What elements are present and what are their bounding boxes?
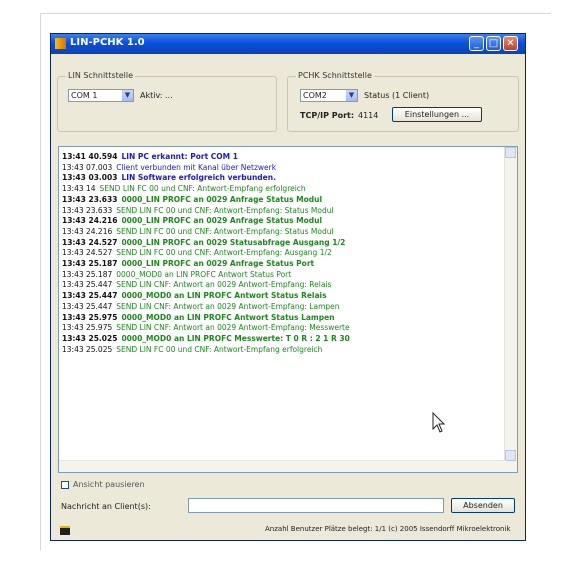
log-line: 13:43 25.975 SEND LIN CNF: Antwort an 002… (62, 323, 350, 332)
pause-checkbox[interactable] (61, 481, 69, 489)
log-line: 13:43 03.003 LIN Software erfolgreich ver… (62, 173, 276, 182)
log-message: SEND LIN FC 00 und CNF: Antwort-Empfang … (99, 184, 306, 194)
log-line: 13:43 25.447 0000_MOD0 an LIN PROFC Antwo… (62, 291, 327, 300)
log-line: 13:43 25.975 0000_MOD0 an LIN PROFC Antwo… (62, 313, 335, 322)
lin-port-select[interactable]: COM 1 ▼ (68, 89, 134, 102)
log-timestamp: 13:43 24.527 (62, 248, 113, 258)
log-line: 13:43 24.527 SEND LIN FC 00 und CNF: Antw… (62, 248, 332, 257)
chevron-down-icon[interactable]: ▼ (122, 90, 133, 101)
log-message: 0000_LIN PROFC an 0029 Anfrage Status Mo… (121, 216, 323, 226)
scroll-down-icon[interactable] (505, 450, 516, 461)
log-line: 13:43 25.187 0000_MOD0 an LIN PROFC Antwo… (62, 270, 291, 279)
maximize-button[interactable]: □ (486, 36, 501, 51)
log-message: SEND LIN CNF: Antwort an 0029 Antwort-Em… (116, 280, 332, 290)
log-message: Client verbunden mit Kanal über Netzwerk (116, 162, 277, 172)
app-icon (55, 38, 66, 49)
mouse-cursor-icon (432, 412, 446, 433)
pause-label: Ansicht pausieren (73, 480, 145, 489)
log-line: 13:41 40.594 LIN PC erkannt: Port COM 1 (62, 152, 238, 161)
scroll-up-icon[interactable] (505, 147, 516, 158)
log-timestamp: 13:43 23.633 (62, 205, 113, 215)
pchk-group-label: PCHK Schnittstelle (296, 71, 374, 80)
close-button[interactable]: ✕ (503, 36, 518, 51)
vertical-scrollbar[interactable] (504, 147, 517, 472)
pchk-port-value: COM2 (303, 91, 327, 100)
log-timestamp: 13:41 40.594 (62, 152, 118, 161)
log-timestamp: 13:43 25.975 (62, 312, 118, 322)
log-timestamp: 13:43 25.025 (62, 333, 118, 343)
lin-interface-group: LIN Schnittstelle COM 1 ▼ Aktiv: ... (57, 71, 277, 132)
log-line: 13:43 07.003 Client verbunden mit Kanal ü… (62, 163, 276, 172)
log-message: LIN PC erkannt: Port COM 1 (121, 152, 238, 161)
window-title: LIN-PCHK 1.0 (70, 37, 145, 48)
log-timestamp: 13:43 25.975 (62, 323, 113, 333)
log-line: 13:43 24.216 0000_LIN PROFC an 0029 Anfra… (62, 216, 322, 225)
log-timestamp: 13:43 25.447 (62, 291, 118, 301)
log-message: SEND LIN FC 00 und CNF: Antwort-Empfang:… (116, 205, 334, 215)
log-line: 13:43 24.216 SEND LIN FC 00 und CNF: Antw… (62, 227, 334, 236)
log-timestamp: 13:43 24.527 (62, 237, 118, 247)
chevron-down-icon[interactable]: ▼ (346, 90, 357, 101)
log-message: SEND LIN FC 00 und CNF: Antwort-Empfang:… (116, 248, 332, 258)
status-text: Anzahl Benutzer Plätze belegt: 1/1 (c) 2… (265, 525, 511, 533)
log-line: 13:43 25.447 SEND LIN CNF: Antwort an 002… (62, 280, 331, 289)
connection-status-icon (60, 526, 70, 535)
log-timestamp: 13:43 07.003 (62, 162, 113, 172)
log-message: SEND LIN CNF: Antwort an 0029 Antwort-Em… (116, 323, 350, 333)
log-message: LIN Software erfolgreich verbunden. (121, 173, 276, 183)
log-timestamp: 13:43 25.187 (62, 259, 118, 268)
lin-group-label: LIN Schnittstelle (66, 71, 136, 80)
log-message: 0000_MOD0 an LIN PROFC Antwort Status La… (121, 312, 335, 322)
settings-button[interactable]: Einstellungen ... (392, 107, 482, 122)
log-line: 13:43 25.025 0000_MOD0 an LIN PROFC Messw… (62, 334, 350, 343)
log-timestamp: 13:43 24.216 (62, 226, 113, 236)
log-timestamp: 13:43 25.187 (62, 269, 113, 279)
message-label: Nachricht an Client(s): (61, 502, 151, 511)
log-message: 0000_MOD0 an LIN PROFC Antwort Status Po… (116, 269, 292, 279)
log-timestamp: 13:43 25.025 (62, 344, 113, 354)
log-message: 0000_LIN PROFC an 0029 Statusabfrage Aus… (121, 237, 346, 247)
pchk-interface-group: PCHK Schnittstelle COM2 ▼ Status (1 Clie… (287, 71, 519, 132)
log-line: 13:43 24.527 0000_LIN PROFC an 0029 Statu… (62, 238, 345, 247)
log-line: 13:43 23.633 SEND LIN FC 00 und CNF: Antw… (62, 206, 334, 215)
log-timestamp: 13:43 23.633 (62, 194, 118, 204)
log-message: 0000_MOD0 an LIN PROFC Antwort Status Re… (121, 291, 327, 301)
tcp-port-value: 4114 (358, 111, 379, 120)
log-line: 13:43 25.447 SEND LIN CNF: Antwort an 002… (62, 302, 340, 311)
log-message: 0000_LIN PROFC an 0029 Anfrage Status Po… (121, 259, 315, 268)
lin-port-value: COM 1 (71, 91, 98, 100)
log-message: SEND LIN CNF: Antwort an 0029 Antwort-Em… (116, 301, 340, 311)
log-timestamp: 13:43 14 (62, 184, 96, 194)
tcp-port-label: TCP/IP Port: (300, 111, 355, 120)
log-message: SEND LIN FC 00 und CNF: Antwort-Empfang:… (116, 226, 334, 236)
lin-status-text: Aktiv: ... (140, 91, 173, 100)
log-message: 0000_LIN PROFC an 0029 Anfrage Status Mo… (121, 194, 323, 204)
log-output[interactable]: 13:41 40.594 LIN PC erkannt: Port COM 1 13… (58, 146, 518, 473)
log-timestamp: 13:43 24.216 (62, 216, 118, 226)
pchk-status-text: Status (1 Client) (364, 91, 430, 100)
horizontal-scrollbar[interactable] (59, 460, 506, 472)
log-timestamp: 13:43 25.447 (62, 280, 113, 290)
message-input[interactable] (188, 498, 444, 513)
log-timestamp: 13:43 25.447 (62, 301, 113, 311)
send-button[interactable]: Absenden (451, 498, 515, 513)
title-bar[interactable]: LIN-PCHK 1.0 _ □ ✕ (51, 34, 525, 54)
log-line: 13:43 14 SEND LIN FC 00 und CNF: Antwort-… (62, 184, 306, 193)
log-message: SEND LIN FC 00 und CNF: Antwort-Empfang … (116, 344, 323, 354)
log-line: 13:43 23.633 0000_LIN PROFC an 0029 Anfra… (62, 195, 322, 204)
log-line: 13:43 25.187 0000_LIN PROFC an 0029 Anfra… (62, 259, 314, 268)
pchk-port-select[interactable]: COM2 ▼ (300, 89, 358, 102)
log-message: 0000_MOD0 an LIN PROFC Messwerte: T 0 R … (121, 333, 350, 343)
app-window: LIN-PCHK 1.0 _ □ ✕ LIN Schnittstelle COM… (50, 33, 526, 541)
log-line: 13:43 25.025 SEND LIN FC 00 und CNF: Antw… (62, 345, 322, 354)
minimize-button[interactable]: _ (469, 36, 484, 51)
log-timestamp: 13:43 03.003 (62, 173, 118, 183)
